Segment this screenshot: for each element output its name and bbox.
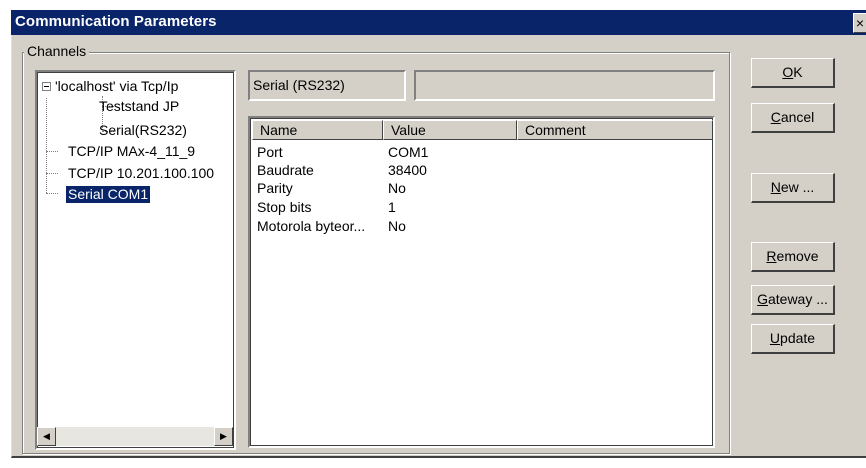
parameters-list[interactable]: Name Value Comment Port COM1 Baudrate 38… xyxy=(248,116,715,448)
param-name: Motorola byteor... xyxy=(257,218,366,234)
tree-item-tcpip-ip[interactable]: TCP/IP 10.201.100.100 xyxy=(68,165,214,182)
ok-button[interactable]: OK xyxy=(751,58,835,88)
param-value: No xyxy=(388,218,406,234)
param-value: COM1 xyxy=(388,144,429,160)
tree-connector xyxy=(46,193,58,194)
cancel-button-mnemonic: C xyxy=(770,109,781,125)
tree-item-localhost[interactable]: 'localhost' via Tcp/Ip xyxy=(55,78,178,95)
tree-item-teststand-jp[interactable]: Teststand JP xyxy=(99,98,179,115)
gateway-button-mnemonic: G xyxy=(757,291,768,307)
update-button-label: pdate xyxy=(780,330,816,346)
window-title: Communication Parameters xyxy=(15,13,217,30)
gateway-button-label: ateway ... xyxy=(767,291,828,307)
column-header-comment[interactable]: Comment xyxy=(517,120,713,140)
tree-item-serial-rs232[interactable]: Serial(RS232) xyxy=(99,122,187,139)
param-name: Baudrate xyxy=(257,162,314,178)
param-value: 1 xyxy=(388,199,396,215)
new-button-label: ew ... xyxy=(780,179,815,195)
arrow-right-icon[interactable]: ▶ xyxy=(214,427,233,446)
tree-item-serial-com1[interactable]: Serial COM1 xyxy=(64,185,152,204)
cancel-button-label: ancel xyxy=(780,109,815,125)
new-button-mnemonic: N xyxy=(770,179,781,195)
column-header-name[interactable]: Name xyxy=(252,120,383,140)
title-bar: Communication Parameters × xyxy=(11,10,866,35)
arrow-left-icon[interactable]: ◀ xyxy=(37,427,56,446)
device-info-field xyxy=(414,70,715,101)
tree-horizontal-scrollbar[interactable]: ◀ ▶ xyxy=(37,427,233,446)
param-value: 38400 xyxy=(388,162,427,178)
cancel-button[interactable]: Cancel xyxy=(751,103,835,133)
tree-item-tcpip-max[interactable]: TCP/IP MAx-4_11_9 xyxy=(68,143,195,160)
param-name: Stop bits xyxy=(257,199,312,215)
remove-button-label: emove xyxy=(776,248,819,264)
minus-box-icon[interactable] xyxy=(42,82,51,91)
param-name: Port xyxy=(257,144,283,160)
column-header-value[interactable]: Value xyxy=(383,120,517,140)
new-button[interactable]: New ... xyxy=(751,173,835,203)
channels-group-label: Channels xyxy=(24,43,90,59)
tree-connector xyxy=(46,173,58,174)
gateway-button[interactable]: Gateway ... xyxy=(751,285,835,315)
device-type-field: Serial (RS232) xyxy=(248,70,406,101)
tree-connector xyxy=(46,98,47,193)
param-name: Parity xyxy=(257,180,293,196)
remove-button-mnemonic: R xyxy=(766,248,777,264)
ok-button-mnemonic: O xyxy=(782,64,794,80)
update-button[interactable]: Update xyxy=(751,324,835,354)
channels-tree[interactable]: 'localhost' via Tcp/Ip Teststand JP Seri… xyxy=(35,70,236,450)
param-value: No xyxy=(388,180,406,196)
remove-button[interactable]: Remove xyxy=(751,242,835,272)
ok-button-label: K xyxy=(793,64,803,80)
close-icon[interactable]: × xyxy=(853,13,866,33)
update-button-mnemonic: U xyxy=(769,330,781,346)
tree-connector xyxy=(46,151,58,152)
